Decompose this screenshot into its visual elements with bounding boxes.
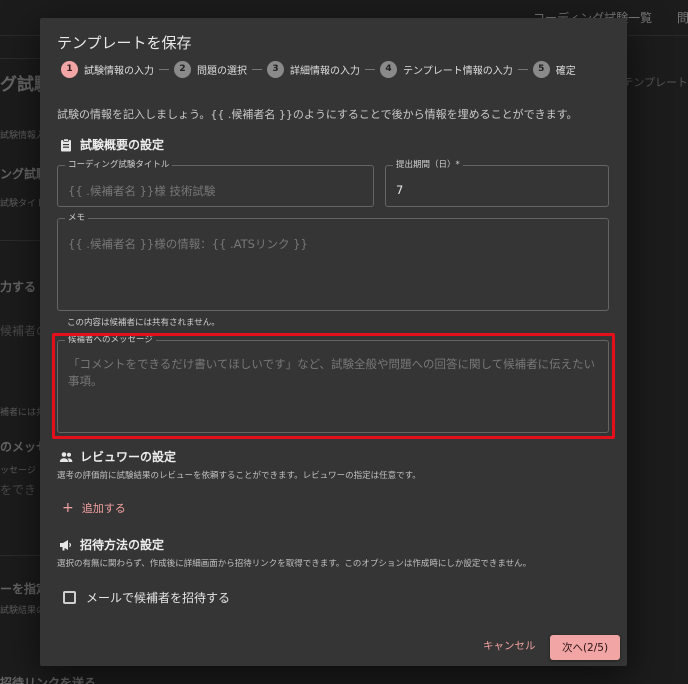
add-reviewer-button[interactable]: + 追加する	[62, 500, 126, 516]
bg-divider	[0, 555, 40, 556]
memo-helper-text: この内容は候補者には共有されません。	[67, 318, 220, 328]
field-label: コーディング試験タイトル	[68, 160, 170, 170]
field-label: 提出期間（日）*	[396, 160, 460, 170]
section-title: 試験概要の設定	[80, 138, 165, 152]
step-5: 5 確定	[532, 60, 576, 78]
submission-period-field[interactable]: 提出期間（日）* 7	[385, 161, 609, 207]
section-title: 招待方法の設定	[80, 538, 165, 552]
bg-template-link: テンプレート	[622, 76, 688, 89]
step-connector	[252, 68, 262, 70]
megaphone-icon	[60, 539, 71, 550]
step-connector	[517, 68, 528, 70]
bg-placeholder: をでき	[0, 483, 37, 497]
dialog-title: テンプレートを保存	[57, 34, 192, 52]
highlight-box	[52, 333, 615, 439]
intro-text: 試験の情報を記入しましょう。{{ .候補者名 }}のようにすることで後から情報を…	[57, 108, 578, 121]
step-label: テンプレート情報の入力	[403, 65, 513, 77]
test-title-field[interactable]: コーディング試験タイトル {{ .候補者名 }}様 技術試験	[57, 161, 374, 207]
plus-icon: +	[62, 500, 74, 516]
add-reviewer-label: 追加する	[81, 502, 126, 515]
clipboard-icon	[61, 137, 71, 151]
overview-section-heading: 試験概要の設定	[59, 136, 164, 153]
bg-note: 補者には共	[0, 408, 46, 418]
nav-link-questions[interactable]: 問	[677, 9, 688, 26]
memo-placeholder: {{ .候補者名 }}様の情報：{{ .ATSリンク }}	[68, 236, 308, 251]
submission-period-value: 7	[396, 182, 404, 197]
invite-section-heading: 招待方法の設定	[59, 536, 164, 553]
bg-heading: 招待リンクを送る	[0, 676, 97, 684]
step-number: 5	[532, 60, 550, 78]
reviewer-description: 選考の評価前に試験結果のレビューを依頼することができます。レビュワーの指定は任意…	[57, 471, 421, 481]
email-invite-option[interactable]: メールで候補者を招待する	[63, 589, 230, 606]
invite-description: 選択の有無に関わらず、作成後に詳細画面から招待リンクを取得できます。このオプショ…	[57, 559, 532, 569]
bg-label: 試験タイト	[0, 199, 46, 209]
section-title: レビュワーの設定	[80, 450, 177, 464]
field-label: メモ	[68, 213, 86, 223]
step-number: 2	[174, 60, 191, 78]
step-label: 確定	[555, 65, 576, 77]
step-2: 2 問題の選択	[174, 60, 247, 78]
bg-divider	[0, 240, 40, 241]
cancel-button[interactable]: キャンセル	[483, 638, 536, 653]
step-label: 問題の選択	[197, 65, 247, 77]
next-button[interactable]: 次へ(2/5)	[550, 635, 620, 660]
reviewer-section-heading: レビュワーの設定	[59, 448, 176, 465]
bg-label: 試験結果の	[0, 606, 46, 616]
progress-stepper: 1 試験情報の入力 2 問題の選択 3 詳細情報の入力 4 テンプレート情報の入…	[61, 60, 576, 78]
people-icon	[59, 451, 73, 462]
email-invite-label: メールで候補者を招待する	[86, 591, 231, 605]
step-connector	[159, 68, 169, 70]
step-connector	[365, 68, 375, 70]
memo-field[interactable]: メモ {{ .候補者名 }}様の情報：{{ .ATSリンク }}	[57, 214, 609, 311]
email-invite-checkbox[interactable]	[63, 591, 76, 604]
step-label: 詳細情報の入力	[290, 65, 360, 77]
step-1: 1 試験情報の入力	[61, 60, 154, 78]
bg-label: ッセージ	[0, 466, 36, 476]
step-4: 4 テンプレート情報の入力	[380, 60, 513, 78]
step-3: 3 詳細情報の入力	[267, 60, 360, 78]
step-number: 3	[267, 60, 284, 78]
step-number: 1	[61, 60, 78, 78]
bg-heading: 力する	[0, 280, 37, 294]
bg-divider	[0, 58, 40, 59]
step-number: 4	[380, 60, 397, 78]
test-title-placeholder: {{ .候補者名 }}様 技術試験	[68, 183, 216, 198]
step-label: 試験情報の入力	[84, 65, 154, 77]
